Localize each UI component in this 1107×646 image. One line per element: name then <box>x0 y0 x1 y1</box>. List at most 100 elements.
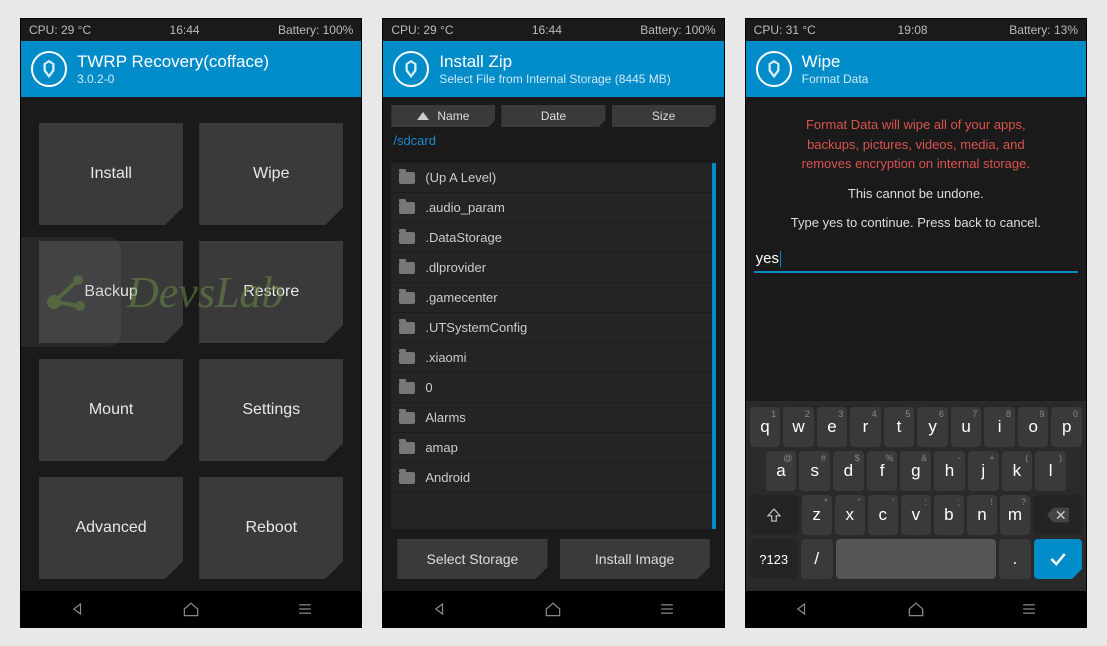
nav-home-icon[interactable] <box>543 599 563 619</box>
file-name: Alarms <box>425 410 465 425</box>
backspace-key[interactable] <box>1033 495 1082 535</box>
key-sup: * <box>824 497 828 507</box>
key-m[interactable]: m? <box>1000 495 1030 535</box>
key-g[interactable]: g& <box>900 451 931 491</box>
key-f[interactable]: f% <box>867 451 898 491</box>
key-sup: 9 <box>1039 409 1044 419</box>
status-battery: Battery: 13% <box>1009 23 1078 37</box>
file-row[interactable]: .xiaomi <box>391 343 711 373</box>
key-z[interactable]: z* <box>802 495 832 535</box>
file-row[interactable]: .audio_param <box>391 193 711 223</box>
key-y[interactable]: y6 <box>917 407 948 447</box>
input-cursor <box>780 251 781 267</box>
nav-menu-icon[interactable] <box>295 599 315 619</box>
key-j[interactable]: j+ <box>968 451 999 491</box>
backup-button[interactable]: Backup <box>39 241 183 343</box>
key-o[interactable]: o9 <box>1018 407 1049 447</box>
file-name: .xiaomi <box>425 350 466 365</box>
key-k[interactable]: k( <box>1002 451 1033 491</box>
key-w[interactable]: w2 <box>783 407 814 447</box>
key-a[interactable]: a@ <box>766 451 797 491</box>
nav-back-icon[interactable] <box>430 599 450 619</box>
sort-size-button[interactable]: Size <box>612 105 716 127</box>
file-row[interactable]: (Up A Level) <box>391 163 711 193</box>
header-text: TWRP Recovery(cofface) 3.0.2-0 <box>77 52 269 86</box>
file-row[interactable]: .gamecenter <box>391 283 711 313</box>
key-d[interactable]: d$ <box>833 451 864 491</box>
key-sup: ' <box>892 497 894 507</box>
nav-menu-icon[interactable] <box>1019 599 1039 619</box>
nav-back-icon[interactable] <box>792 599 812 619</box>
key-e[interactable]: e3 <box>817 407 848 447</box>
reboot-button[interactable]: Reboot <box>199 477 343 579</box>
status-time: 16:44 <box>170 23 200 37</box>
keyboard: q1w2e3r4t5y6u7i8o9p0 a@s#d$f%g&h-j+k(l) … <box>746 401 1086 591</box>
key-l[interactable]: l) <box>1035 451 1066 491</box>
key-sup: " <box>858 497 861 507</box>
key-r[interactable]: r4 <box>850 407 881 447</box>
screen-header: Install Zip Select File from Internal St… <box>383 41 723 97</box>
key-sup: 7 <box>972 409 977 419</box>
key-sup: 5 <box>905 409 910 419</box>
spacebar-key[interactable] <box>836 539 996 579</box>
key-c[interactable]: c' <box>868 495 898 535</box>
file-row[interactable]: Alarms <box>391 403 711 433</box>
file-list[interactable]: (Up A Level).audio_param.DataStorage.dlp… <box>391 163 715 529</box>
key-s[interactable]: s# <box>799 451 830 491</box>
select-storage-button[interactable]: Select Storage <box>397 539 547 579</box>
warn-line-1: Format Data will wipe all of your apps, <box>764 115 1068 135</box>
key-x[interactable]: x" <box>835 495 865 535</box>
key-sup: : <box>924 497 927 507</box>
key-i[interactable]: i8 <box>984 407 1015 447</box>
file-row[interactable]: amap <box>391 433 711 463</box>
file-name: amap <box>425 440 458 455</box>
key-q[interactable]: q1 <box>750 407 781 447</box>
mount-button[interactable]: Mount <box>39 359 183 461</box>
file-row[interactable]: .UTSystemConfig <box>391 313 711 343</box>
key-p[interactable]: p0 <box>1051 407 1082 447</box>
sort-date-button[interactable]: Date <box>501 105 605 127</box>
settings-button[interactable]: Settings <box>199 359 343 461</box>
nav-bar <box>21 591 361 627</box>
nav-home-icon[interactable] <box>181 599 201 619</box>
key-sup: 0 <box>1073 409 1078 419</box>
period-key[interactable]: . <box>999 539 1031 579</box>
file-name: Android <box>425 470 470 485</box>
install-button[interactable]: Install <box>39 123 183 225</box>
file-name: 0 <box>425 380 432 395</box>
install-image-button[interactable]: Install Image <box>560 539 710 579</box>
folder-icon <box>399 292 415 304</box>
status-time: 19:08 <box>898 23 928 37</box>
enter-key[interactable] <box>1034 539 1082 579</box>
key-u[interactable]: u7 <box>951 407 982 447</box>
advanced-button[interactable]: Advanced <box>39 477 183 579</box>
screen-header: Wipe Format Data <box>746 41 1086 97</box>
file-row[interactable]: .DataStorage <box>391 223 711 253</box>
nav-home-icon[interactable] <box>906 599 926 619</box>
sort-asc-icon <box>417 112 429 120</box>
key-b[interactable]: b; <box>934 495 964 535</box>
file-row[interactable]: .dlprovider <box>391 253 711 283</box>
header-subtitle: 3.0.2-0 <box>77 72 269 86</box>
confirm-input[interactable]: yes <box>754 246 1078 273</box>
main-content: Name Date Size /sdcard (Up A Level).audi… <box>383 97 723 591</box>
restore-button[interactable]: Restore <box>199 241 343 343</box>
wipe-button[interactable]: Wipe <box>199 123 343 225</box>
nav-menu-icon[interactable] <box>657 599 677 619</box>
header-title: Install Zip <box>439 52 670 72</box>
key-h[interactable]: h- <box>934 451 965 491</box>
shift-key[interactable] <box>750 495 799 535</box>
key-n[interactable]: n! <box>967 495 997 535</box>
nav-back-icon[interactable] <box>68 599 88 619</box>
slash-key[interactable]: / <box>801 539 833 579</box>
key-v[interactable]: v: <box>901 495 931 535</box>
key-t[interactable]: t5 <box>884 407 915 447</box>
sort-name-button[interactable]: Name <box>391 105 495 127</box>
file-row[interactable]: 0 <box>391 373 711 403</box>
key-sup: & <box>921 453 927 463</box>
file-row[interactable]: Android <box>391 463 711 493</box>
warn-line-2: backups, pictures, videos, media, and <box>764 135 1068 155</box>
numswitch-key[interactable]: ?123 <box>750 539 798 579</box>
undone-text: This cannot be undone. <box>746 174 1086 205</box>
key-sup: 1 <box>771 409 776 419</box>
